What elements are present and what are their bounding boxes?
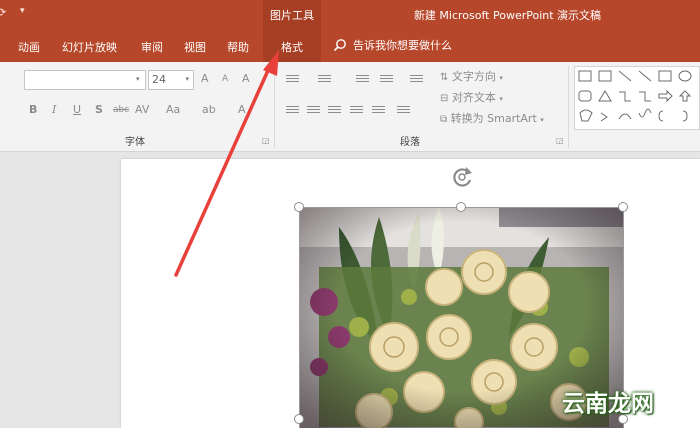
line-spacing-icon[interactable] [410, 75, 423, 86]
tab-format[interactable]: 格式 [263, 30, 321, 62]
font-dialog-launcher-icon[interactable]: ◲ [262, 136, 270, 145]
customize-toolbar-icon[interactable]: ▾ [20, 6, 25, 16]
strikethrough-button[interactable]: abc [113, 105, 129, 115]
grow-font-button[interactable]: A [201, 72, 209, 85]
rotate-handle[interactable] [449, 164, 475, 194]
convert-smartart-button[interactable]: ⧉ 转换为 SmartArt ▾ [440, 110, 544, 126]
thumbnail-pane[interactable] [0, 153, 10, 428]
align-text-icon: ⊟ [440, 93, 449, 104]
convert-smartart-label: 转换为 SmartArt [450, 112, 537, 125]
increase-indent-icon[interactable] [380, 75, 393, 86]
shadow-button[interactable]: S [95, 103, 103, 116]
text-direction-icon: ⇅ [440, 72, 449, 83]
columns-icon[interactable] [397, 106, 410, 117]
justify-icon[interactable] [350, 106, 363, 117]
align-left-icon[interactable] [286, 106, 299, 117]
shapes-icon [578, 70, 692, 122]
font-color-button[interactable]: A [238, 103, 246, 116]
shapes-gallery[interactable] [574, 66, 700, 130]
font-group-label: 字体 [125, 137, 145, 148]
tell-me-box[interactable]: 告诉我你想要做什么 [333, 37, 452, 53]
align-right-icon[interactable] [328, 106, 341, 117]
tab-help[interactable]: 帮助 [227, 39, 249, 55]
resize-handle-top-left[interactable] [294, 202, 304, 212]
decrease-indent-icon[interactable] [356, 75, 369, 86]
tab-animations[interactable]: 动画 [18, 39, 40, 55]
contextual-tab-title: 图片工具 [270, 9, 314, 22]
powerpoint-window: ⟳ ▾ 图片工具 新建 Microsoft PowerPoint 演示文稿 动画… [0, 0, 700, 428]
italic-button[interactable]: I [52, 103, 56, 116]
smartart-icon: ⧉ [440, 114, 448, 125]
align-text-label: 对齐文本 [451, 91, 496, 104]
tab-review[interactable]: 审阅 [141, 39, 163, 55]
tell-me-label: 告诉我你想要做什么 [353, 39, 452, 52]
font-name-field[interactable] [24, 70, 146, 90]
rotate-icon [453, 167, 472, 187]
numbering-icon[interactable] [318, 75, 331, 86]
resize-handle-top-right[interactable] [618, 202, 628, 212]
undo-icon[interactable]: ⟳ [0, 6, 6, 19]
distributed-icon[interactable] [372, 106, 385, 117]
group-divider [568, 66, 569, 148]
chevron-down-icon: ▾ [540, 116, 544, 124]
group-divider [274, 66, 275, 148]
font-name-dropdown-icon[interactable]: ▾ [136, 75, 140, 83]
font-size-dropdown-icon[interactable]: ▾ [185, 75, 189, 83]
change-case-button[interactable]: Aa [166, 103, 180, 116]
watermark: 云南龙网 [562, 391, 654, 417]
chevron-down-icon: ▾ [499, 74, 503, 82]
align-center-icon[interactable] [307, 106, 320, 117]
highlight-button[interactable]: ab [202, 103, 216, 116]
align-text-button[interactable]: ⊟ 对齐文本 ▾ [440, 89, 503, 105]
font-size-value: 24 [152, 73, 166, 86]
document-title: 新建 Microsoft PowerPoint 演示文稿 [413, 9, 602, 22]
bold-button[interactable]: B [29, 103, 37, 116]
underline-button[interactable]: U [73, 103, 81, 116]
chevron-down-icon: ▾ [499, 95, 503, 103]
text-direction-label: 文字方向 [451, 70, 496, 83]
text-direction-button[interactable]: ⇅ 文字方向 ▾ [440, 68, 503, 84]
search-icon [333, 39, 346, 52]
char-spacing-button[interactable]: AV [135, 103, 149, 116]
font-size-field[interactable]: 24 ▾ [148, 70, 194, 90]
bullets-icon[interactable] [286, 75, 299, 86]
shrink-font-button[interactable]: A [222, 74, 228, 84]
ribbon-tabs: 动画 幻灯片放映 审阅 视图 帮助 格式 告诉我你想要做什么 [0, 30, 700, 62]
paragraph-dialog-launcher-icon[interactable]: ◲ [556, 136, 564, 145]
resize-handle-top[interactable] [456, 202, 466, 212]
resize-handle-bottom-left[interactable] [294, 414, 304, 424]
ribbon: ▾ 24 ▾ A A A B I U S abc AV Aa ab A 字体 ◲ [0, 62, 700, 152]
clear-format-button[interactable]: A [242, 72, 250, 85]
tab-view[interactable]: 视图 [184, 39, 206, 55]
paragraph-group-label: 段落 [400, 137, 420, 148]
tab-slideshow[interactable]: 幻灯片放映 [62, 39, 117, 55]
